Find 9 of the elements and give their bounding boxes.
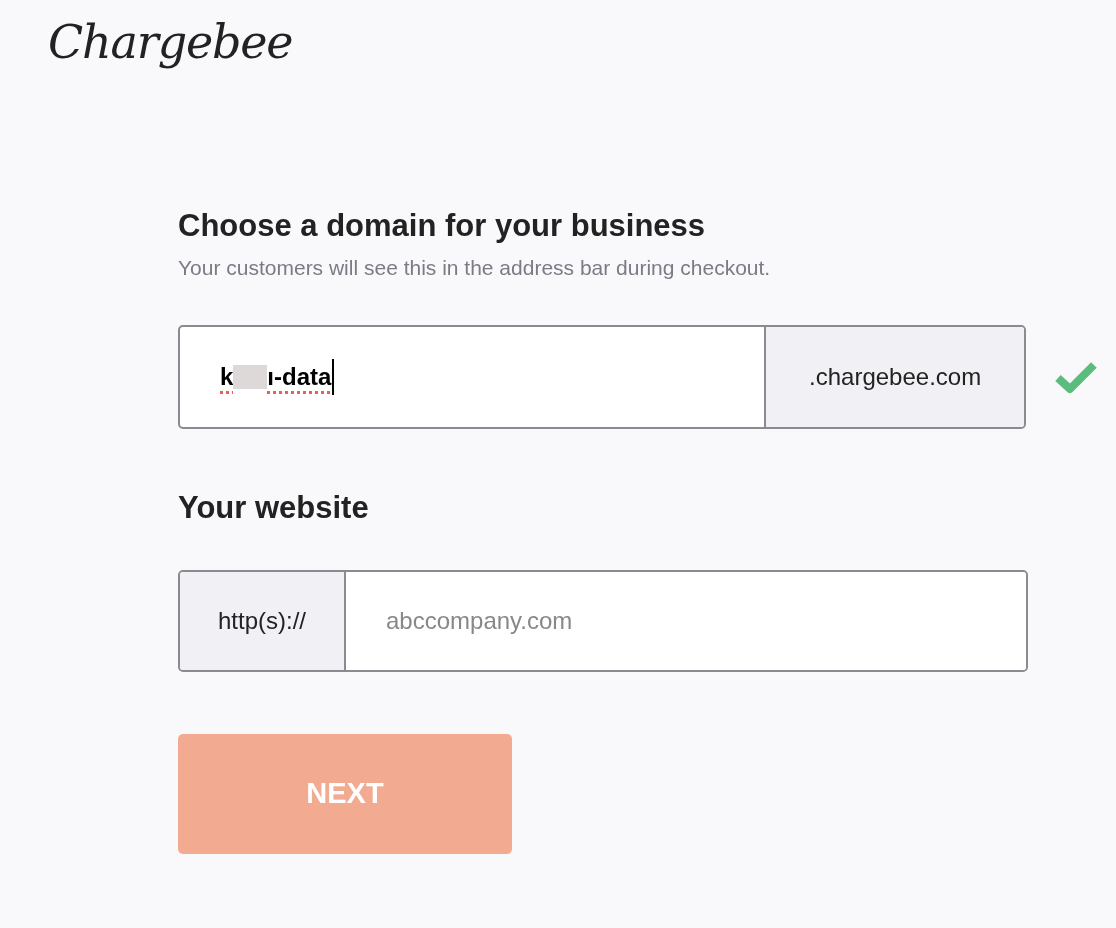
website-heading: Your website — [178, 489, 370, 528]
domain-subtitle: Your customers will see this in the address bar during checkout. — [178, 254, 772, 281]
domain-heading: Choose a domain for your business — [178, 207, 707, 245]
domain-field[interactable]: k ı-data .chargebee.com — [178, 325, 1027, 430]
domain-suffix: .chargebee.com — [764, 327, 1025, 428]
domain-value: k ı-data — [220, 359, 335, 396]
logo: Chargebee — [48, 15, 293, 69]
website-field[interactable]: http(s):// abccompany.com — [178, 570, 1028, 672]
website-prefix: http(s):// — [180, 572, 346, 670]
